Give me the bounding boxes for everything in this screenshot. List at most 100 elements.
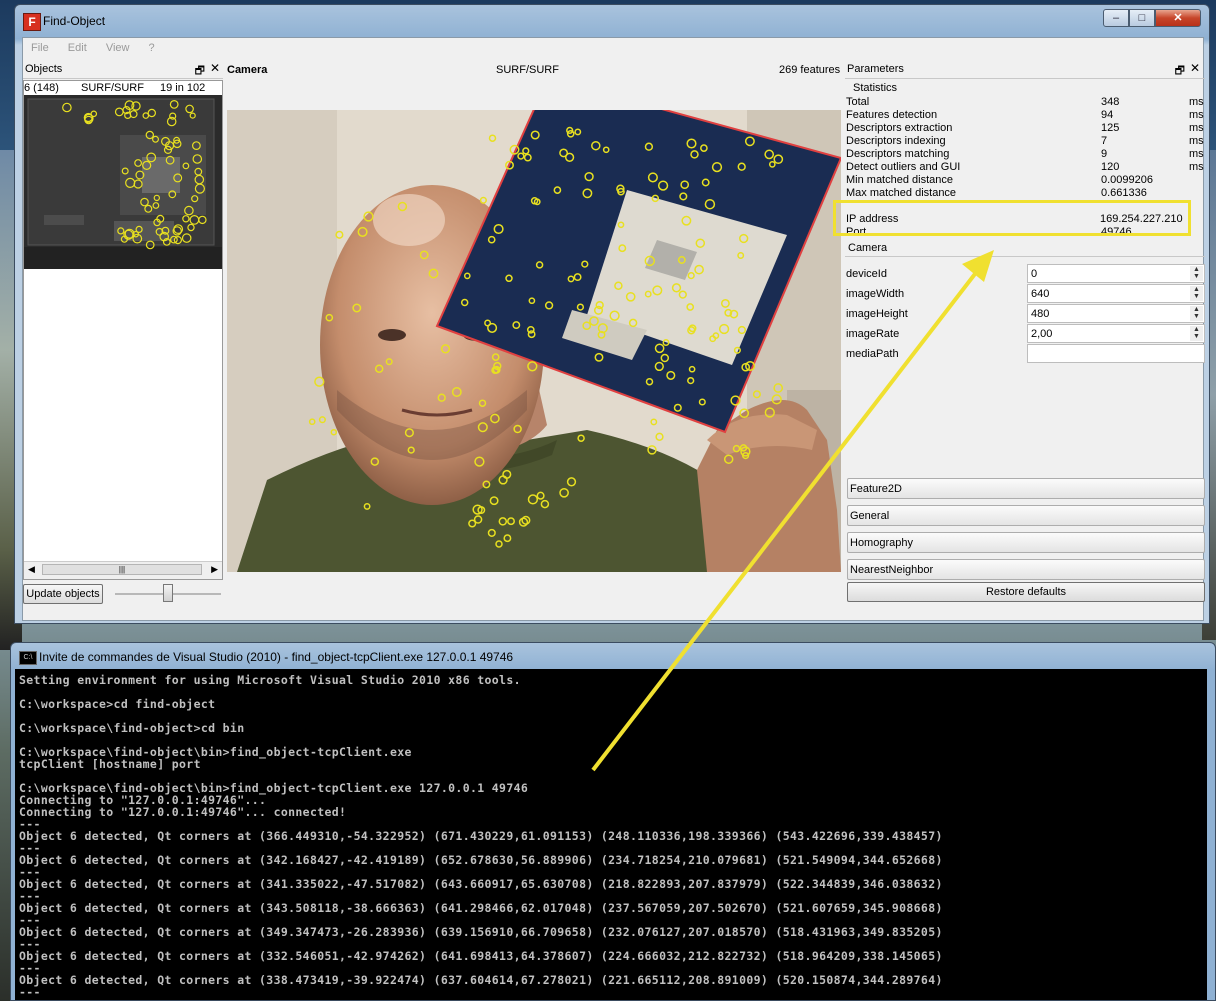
ip-port-highlight-box: [833, 200, 1191, 236]
toolbox-label: General: [850, 510, 890, 522]
camera-frame: [227, 110, 841, 572]
console-line: Object 6 detected, Qt corners at (342.16…: [19, 853, 943, 867]
stat-label: Total: [846, 96, 870, 108]
menu-help[interactable]: ?: [141, 38, 163, 54]
title-bar[interactable]: F Find-Object – □ ✕: [15, 5, 1209, 37]
stat-label: Features detection: [846, 109, 938, 121]
objects-list[interactable]: 6 (148) SURF/SURF 19 in 102 out: [23, 80, 223, 580]
toolbox-label: Feature2D: [850, 483, 902, 495]
toolbox-feature2d[interactable]: Feature2D: [847, 478, 1205, 499]
imageheight-spinbox[interactable]: 480 ▲ ▼: [1027, 304, 1205, 323]
console-line: Object 6 detected, Qt corners at (366.44…: [19, 829, 943, 843]
spin-arrows-icon[interactable]: ▲ ▼: [1190, 266, 1203, 281]
camera-view[interactable]: [227, 110, 841, 572]
imagerate-spinbox[interactable]: 2,00 ▲ ▼: [1027, 324, 1205, 343]
menu-view[interactable]: View: [98, 38, 138, 54]
maximize-button[interactable]: □: [1129, 9, 1155, 27]
console-line: C:\workspace>cd find-object: [19, 697, 216, 711]
objects-dock: Objects 🗗 ✕ 6 (148) SURF/SURF 19 in 102 …: [23, 60, 223, 622]
camera-title: Camera: [227, 64, 268, 76]
command-prompt-window: C:\ Invite de commandes de Visual Studio…: [10, 642, 1216, 1001]
toolbox-label: NearestNeighbor: [850, 564, 934, 576]
objects-dock-header: Objects 🗗 ✕: [23, 60, 223, 79]
console-line: tcpClient [hostname] port: [19, 757, 201, 771]
stat-unit: ms: [1189, 122, 1204, 134]
stat-value: 0.661336: [1101, 187, 1147, 199]
param-label: mediaPath: [846, 348, 899, 360]
stat-unit: ms: [1189, 148, 1204, 160]
scroll-right-arrow-icon[interactable]: ▶: [211, 564, 218, 575]
spin-arrows-icon[interactable]: ▲ ▼: [1190, 326, 1203, 341]
stat-row: Max matched distance 0.661336: [845, 187, 1205, 200]
console-line: ---: [19, 913, 41, 927]
objects-horizontal-scrollbar[interactable]: ◀ ||| ▶: [24, 561, 222, 579]
console-line: Object 6 detected, Qt corners at (338.47…: [19, 973, 943, 987]
console-line: ---: [19, 889, 41, 903]
param-value: 2,00: [1031, 328, 1053, 340]
stat-label: Descriptors indexing: [846, 135, 946, 147]
stat-value: 94: [1101, 109, 1114, 121]
float-icon[interactable]: 🗗: [1175, 62, 1185, 81]
console-output[interactable]: Setting environment for using Microsoft …: [15, 669, 1207, 1000]
console-line: ---: [19, 841, 41, 855]
scroll-left-arrow-icon[interactable]: ◀: [28, 564, 35, 575]
parameters-dock: Parameters 🗗 ✕ Statistics Total 348 ms F…: [833, 60, 1208, 622]
close-button[interactable]: ✕: [1155, 9, 1201, 27]
toolbox-nearestneighbor[interactable]: NearestNeighbor: [847, 559, 1205, 580]
param-label: imageRate: [846, 328, 900, 340]
scrollbar-thumb[interactable]: |||: [42, 564, 202, 575]
camera-detector: SURF/SURF: [496, 64, 559, 76]
console-line: Connecting to "127.0.0.1:49746"...: [19, 793, 267, 807]
param-row-deviceid: deviceId 0 ▲ ▼: [845, 264, 1205, 284]
console-line: ---: [19, 817, 41, 831]
console-line: ---: [19, 961, 41, 975]
object-thumbnail-image: [24, 95, 222, 269]
object-row[interactable]: 6 (148) SURF/SURF 19 in 102 out: [24, 81, 222, 106]
stat-label: Max matched distance: [846, 187, 957, 199]
console-line: C:\workspace\find-object\bin>find_object…: [19, 745, 412, 759]
console-line: C:\workspace\find-object\bin>find_object…: [19, 781, 529, 795]
update-objects-button[interactable]: Update objects: [23, 584, 103, 604]
object-thumbnail[interactable]: [24, 95, 222, 269]
float-icon[interactable]: 🗗: [195, 62, 205, 81]
stat-value: 120: [1101, 161, 1120, 173]
window-title: Find-Object: [43, 14, 106, 28]
stat-row: Detect outliers and GUI 120 ms: [845, 161, 1205, 174]
param-value: 0: [1031, 268, 1038, 280]
stat-label: Min matched distance: [846, 174, 953, 186]
param-label: imageHeight: [846, 308, 908, 320]
stat-value: 9: [1101, 148, 1108, 160]
restore-defaults-button[interactable]: Restore defaults: [847, 582, 1205, 602]
param-label: deviceId: [846, 268, 887, 280]
object-size-slider-thumb[interactable]: [163, 584, 173, 602]
camera-section-title[interactable]: Camera: [848, 242, 1208, 260]
stat-label: Descriptors extraction: [846, 122, 953, 134]
toolbox-homography[interactable]: Homography: [847, 532, 1205, 553]
close-icon[interactable]: ✕: [1190, 61, 1200, 75]
toolbox-label: Homography: [850, 537, 913, 549]
stat-label: Descriptors matching: [846, 148, 950, 160]
find-object-app-icon: F: [23, 13, 41, 31]
stat-unit: ms: [1189, 96, 1204, 108]
stat-row: Descriptors extraction 125 ms: [845, 122, 1205, 135]
toolbox-general[interactable]: General: [847, 505, 1205, 526]
spin-arrows-icon[interactable]: ▲ ▼: [1190, 306, 1203, 321]
menu-edit[interactable]: Edit: [60, 38, 95, 54]
console-line: Object 6 detected, Qt corners at (341.33…: [19, 877, 943, 891]
mediapath-input[interactable]: [1027, 344, 1205, 363]
param-row-imagerate: imageRate 2,00 ▲ ▼: [845, 324, 1205, 344]
objects-dock-title: Objects: [25, 63, 63, 75]
minimize-button[interactable]: –: [1103, 9, 1129, 27]
spin-arrows-icon[interactable]: ▲ ▼: [1190, 286, 1203, 301]
console-line: Object 6 detected, Qt corners at (332.54…: [19, 949, 943, 963]
console-line: ---: [19, 937, 41, 951]
deviceid-spinbox[interactable]: 0 ▲ ▼: [1027, 264, 1205, 283]
console-line: Setting environment for using Microsoft …: [19, 673, 521, 687]
console-line: ---: [19, 985, 41, 999]
stat-row: Min matched distance 0.0099206: [845, 174, 1205, 187]
imagewidth-spinbox[interactable]: 640 ▲ ▼: [1027, 284, 1205, 303]
object-detector: SURF/SURF: [81, 82, 144, 94]
menu-file[interactable]: File: [23, 38, 57, 54]
stat-unit: ms: [1189, 161, 1204, 173]
close-icon[interactable]: ✕: [210, 61, 220, 75]
